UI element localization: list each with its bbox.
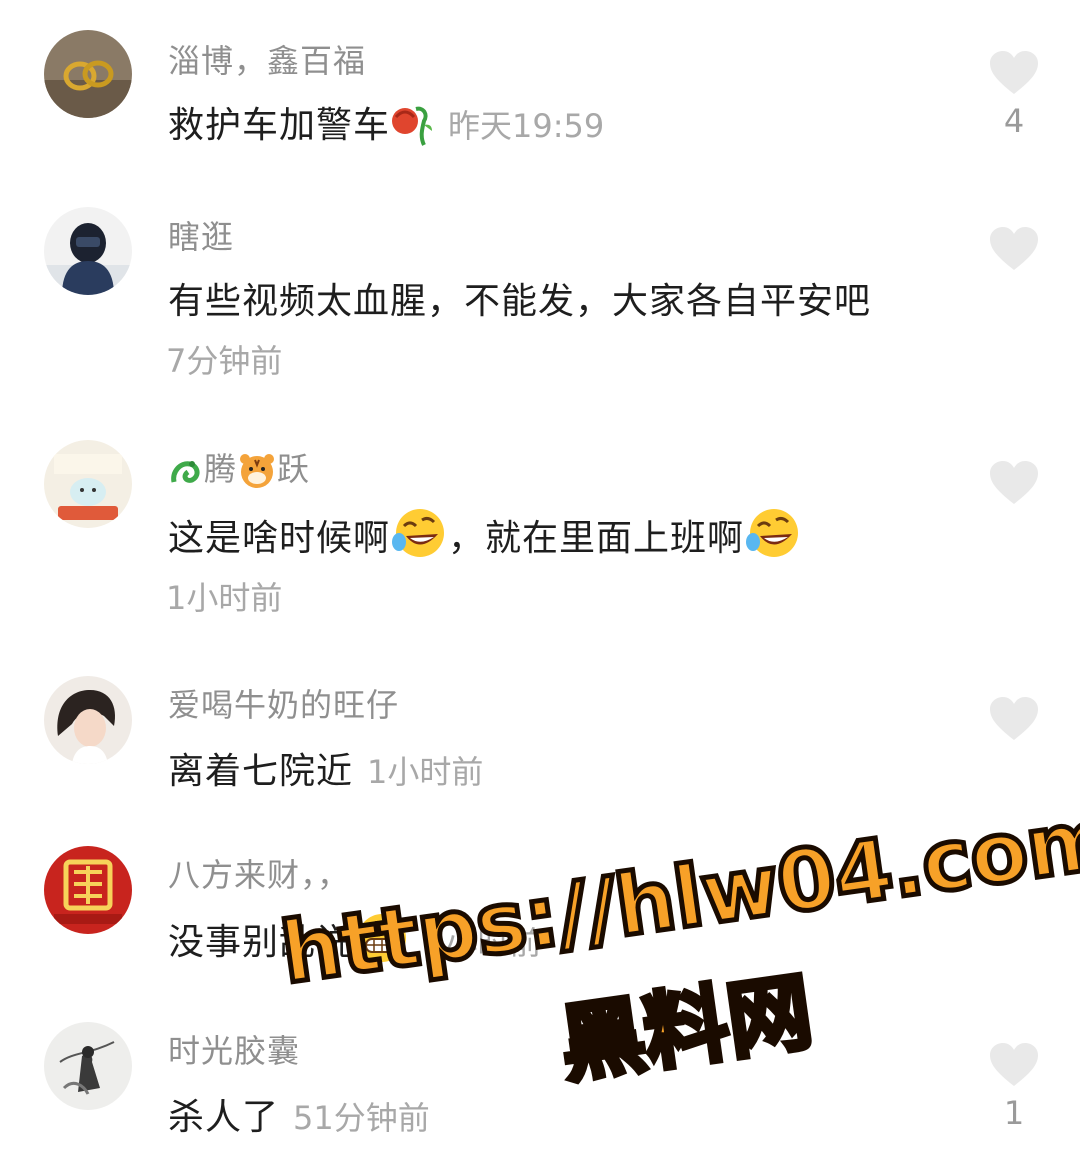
comment-username[interactable]: 八方来财，，: [168, 850, 350, 896]
avatar[interactable]: [44, 30, 132, 118]
rolling-laughing-icon: [390, 506, 448, 569]
like-count: 1: [1003, 1094, 1025, 1132]
comment-text: 离着七院近: [168, 751, 354, 792]
rolling-laughing-icon: [744, 506, 802, 569]
comment-username[interactable]: 爱喝牛奶的旺仔: [168, 680, 399, 726]
like-count: 4: [1003, 102, 1025, 140]
comment-time: 1小时前: [367, 753, 484, 791]
tiger-icon: [237, 452, 277, 498]
avatar[interactable]: [44, 1022, 132, 1110]
comment-text-line: 这是啥时候啊 ，就在里面上班啊: [168, 506, 802, 569]
comment-time: 昨天19:59: [448, 107, 605, 145]
comment-time: 1小时前: [166, 579, 283, 617]
comment-time: 1小时前: [425, 924, 542, 962]
comment-username[interactable]: 时光胶囊: [168, 1026, 300, 1072]
comment-username[interactable]: 瞎逛: [168, 212, 234, 258]
comment-username[interactable]: 淄博，鑫百福: [168, 36, 366, 82]
username-part: 跃: [277, 450, 311, 488]
comment-username[interactable]: 腾 跃: [168, 444, 310, 498]
comment-text-line: 杀人了 51分钟前: [168, 1088, 430, 1140]
like-heart-icon[interactable]: [988, 696, 1040, 742]
comment-text: 杀人了: [168, 1097, 280, 1138]
like-heart-icon[interactable]: [988, 460, 1040, 506]
comment-text: 这是啥时候啊: [168, 518, 391, 559]
avatar[interactable]: [44, 676, 132, 764]
like-heart-icon[interactable]: [988, 1042, 1040, 1088]
comment-text: 救护车加警车: [168, 105, 391, 146]
comment-time: 51分钟前: [293, 1099, 430, 1137]
comment-text-line: 救护车加警车 昨天19:59: [168, 96, 604, 156]
dragon-icon: [168, 454, 204, 498]
comment-time: 7分钟前: [166, 342, 283, 380]
comment-text-line: 没事别乱说 1小时前: [168, 912, 541, 973]
like-heart-icon[interactable]: [988, 226, 1040, 272]
wilted-rose-icon: [390, 99, 434, 156]
like-heart-icon[interactable]: [988, 50, 1040, 96]
comment-text: 没事别乱说: [168, 922, 354, 963]
avatar[interactable]: [44, 207, 132, 295]
comment-text: 有些视频太血腥，不能发，大家各自平安吧: [168, 281, 872, 322]
avatar[interactable]: [44, 440, 132, 528]
username-part: 腾: [204, 450, 238, 488]
comment-text: ，就在里面上班啊: [448, 518, 745, 559]
avatar[interactable]: [44, 846, 132, 934]
grinning-icon: [353, 912, 411, 973]
comment-text-line: 离着七院近 1小时前: [168, 742, 483, 794]
